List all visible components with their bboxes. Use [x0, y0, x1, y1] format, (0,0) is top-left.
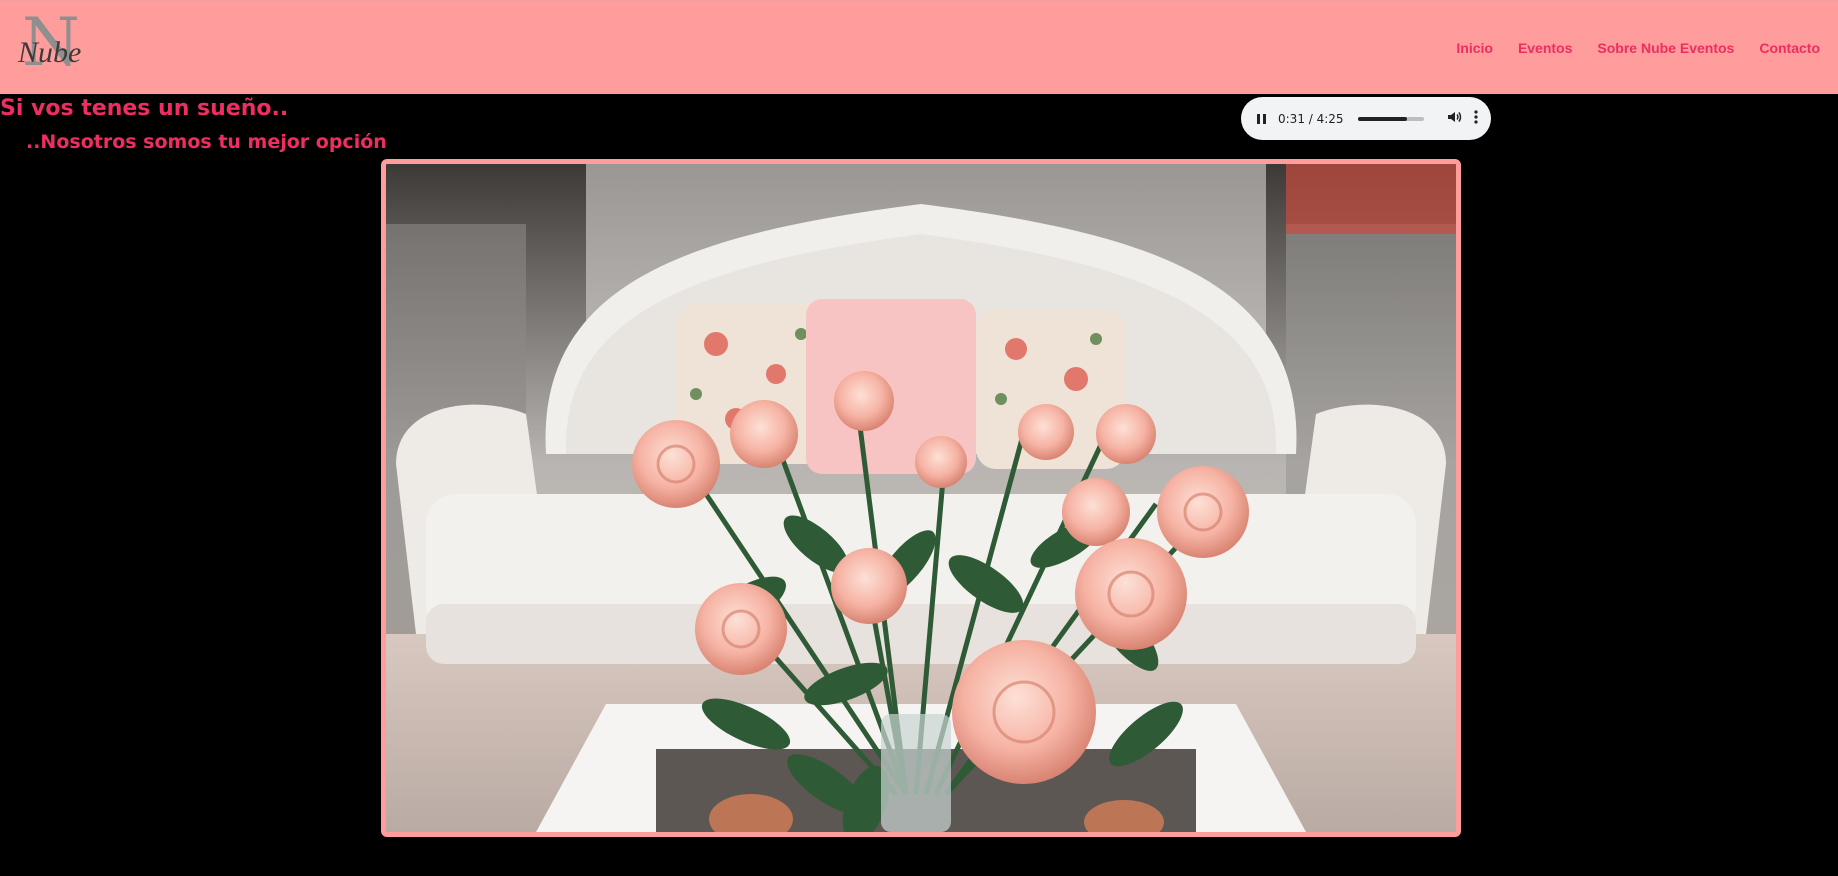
hero-headline: Si vos tenes un sueño..: [0, 96, 289, 121]
brand-logo[interactable]: N Nube: [14, 10, 94, 80]
hero-subline: ..Nosotros somos tu mejor opción: [26, 131, 387, 153]
nav-item-inicio[interactable]: Inicio: [1456, 40, 1493, 56]
pause-icon[interactable]: [1257, 113, 1266, 124]
audio-progress-slider[interactable]: [1357, 116, 1424, 121]
logo-script: Nube: [18, 36, 82, 69]
more-options-icon[interactable]: [1473, 110, 1478, 127]
main-nav: Inicio Eventos Sobre Nube Eventos Contac…: [1456, 40, 1820, 56]
volume-icon[interactable]: [1446, 109, 1462, 128]
nav-item-eventos[interactable]: Eventos: [1518, 40, 1572, 56]
site-header: N Nube Inicio Eventos Sobre Nube Eventos…: [0, 0, 1838, 94]
audio-volume-fill: [1357, 116, 1408, 121]
nav-item-contacto[interactable]: Contacto: [1759, 40, 1820, 56]
audio-time: 0:31 / 4:25: [1278, 111, 1344, 126]
nav-item-sobre-nube-eventos[interactable]: Sobre Nube Eventos: [1597, 40, 1734, 56]
audio-player[interactable]: 0:31 / 4:25: [1241, 97, 1491, 140]
hero-photo-illustration: [386, 164, 1456, 832]
hero-photo: [381, 159, 1461, 837]
